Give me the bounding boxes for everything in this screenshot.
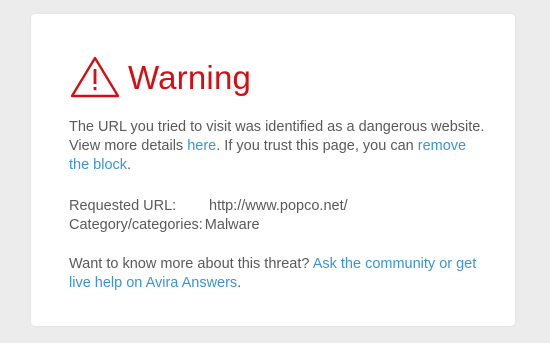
threat-details: Requested URL: http://www.popco.net/ Cat… [69,197,348,235]
warning-triangle-icon [70,56,120,98]
requested-url-label: Requested URL: [69,198,177,214]
warning-message: The URL you tried to visit was identifie… [69,118,489,175]
page-title: Warning [128,58,252,96]
warning-message-text: . If you trust this page, you can [216,138,418,154]
warning-header: Warning [69,50,251,104]
warning-card: Warning The URL you tried to visit was i… [31,14,515,326]
requested-url-value: http://www.popco.net/ [209,198,348,214]
more-info-text: . [237,275,242,291]
category-row: Category/categories: Malware [69,216,348,235]
requested-url-row: Requested URL: http://www.popco.net/ [69,197,348,216]
more-info-message: Want to know more about this threat? Ask… [69,255,489,293]
warning-message-text: . [127,157,132,173]
details-here-link[interactable]: here [187,138,216,154]
category-label: Category/categories: [69,217,203,233]
category-value: Malware [204,217,260,233]
more-info-text: Want to know more about this threat? [69,256,313,272]
